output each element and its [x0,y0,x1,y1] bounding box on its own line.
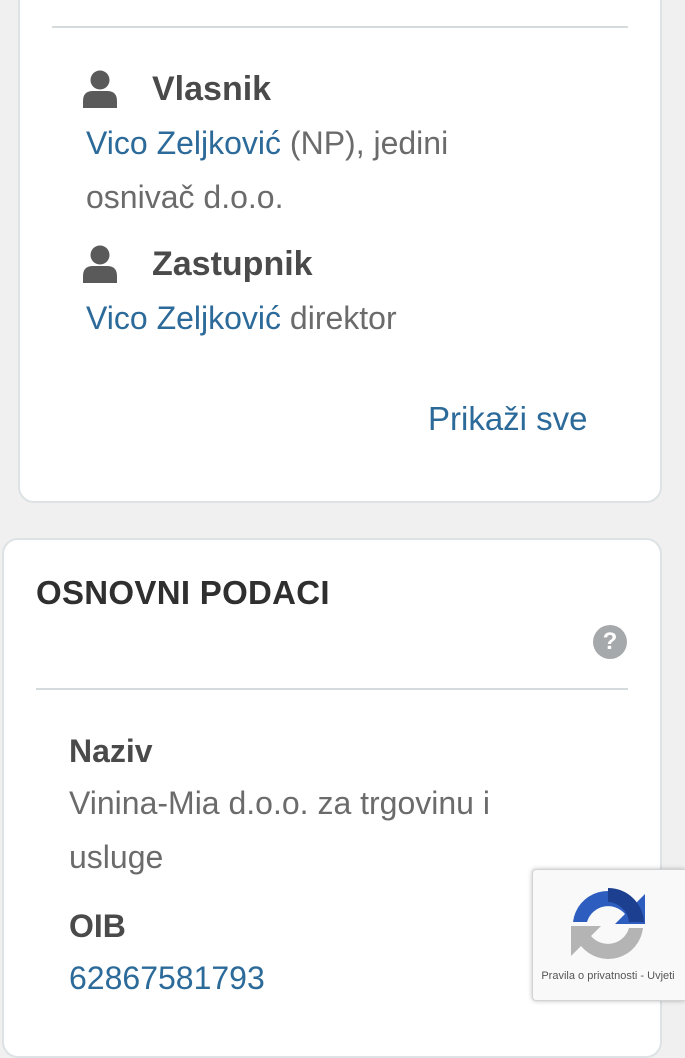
owner-name-link[interactable]: Vico Zeljković [86,125,281,161]
name-field-label: Naziv [69,733,153,769]
owner-details: Vico Zeljković (NP), jedini osnivač d.o.… [86,116,626,224]
recaptcha-separator: - [637,970,648,982]
recaptcha-terms-link[interactable]: Uvjeti [647,970,675,982]
person-icon [83,70,117,108]
show-all-link[interactable]: Prikaži sve [428,400,588,438]
recaptcha-logo-icon [571,887,645,960]
representative-line: Vico Zeljković direktor [86,291,626,345]
person-icon [83,245,117,283]
recaptcha-links: Pravila o privatnosti - Uvjeti [533,970,683,982]
oib-field-label: OIB [69,908,126,944]
recaptcha-privacy-link[interactable]: Pravila o privatnosti [541,970,637,982]
name-field-value: Vinina-Mia d.o.o. za trgovinu i usluge [69,776,629,884]
recaptcha-badge[interactable]: Pravila o privatnosti - Uvjeti [532,869,685,1001]
representative-label: Zastupnik [152,245,313,283]
oib-field-value: 62867581793 [69,951,265,1005]
owner-line-2: osnivač d.o.o. [86,179,284,215]
owner-label: Vlasnik [152,70,272,108]
owner-detail-1: (NP), jedini [281,125,449,161]
section-title: OSNOVNI PODACI [36,574,330,611]
name-value-line-1: Vinina-Mia d.o.o. za trgovinu i [69,785,490,821]
oib-link[interactable]: 62867581793 [69,960,265,996]
representative-detail: direktor [281,300,397,336]
help-icon[interactable]: ? [593,625,627,659]
representative-details: Vico Zeljković direktor [86,291,626,345]
representative-name-link[interactable]: Vico Zeljković [86,300,281,336]
basic-card-divider [36,688,628,690]
people-card-divider [52,26,628,28]
owner-line-1: Vico Zeljković (NP), jedini [86,116,626,170]
